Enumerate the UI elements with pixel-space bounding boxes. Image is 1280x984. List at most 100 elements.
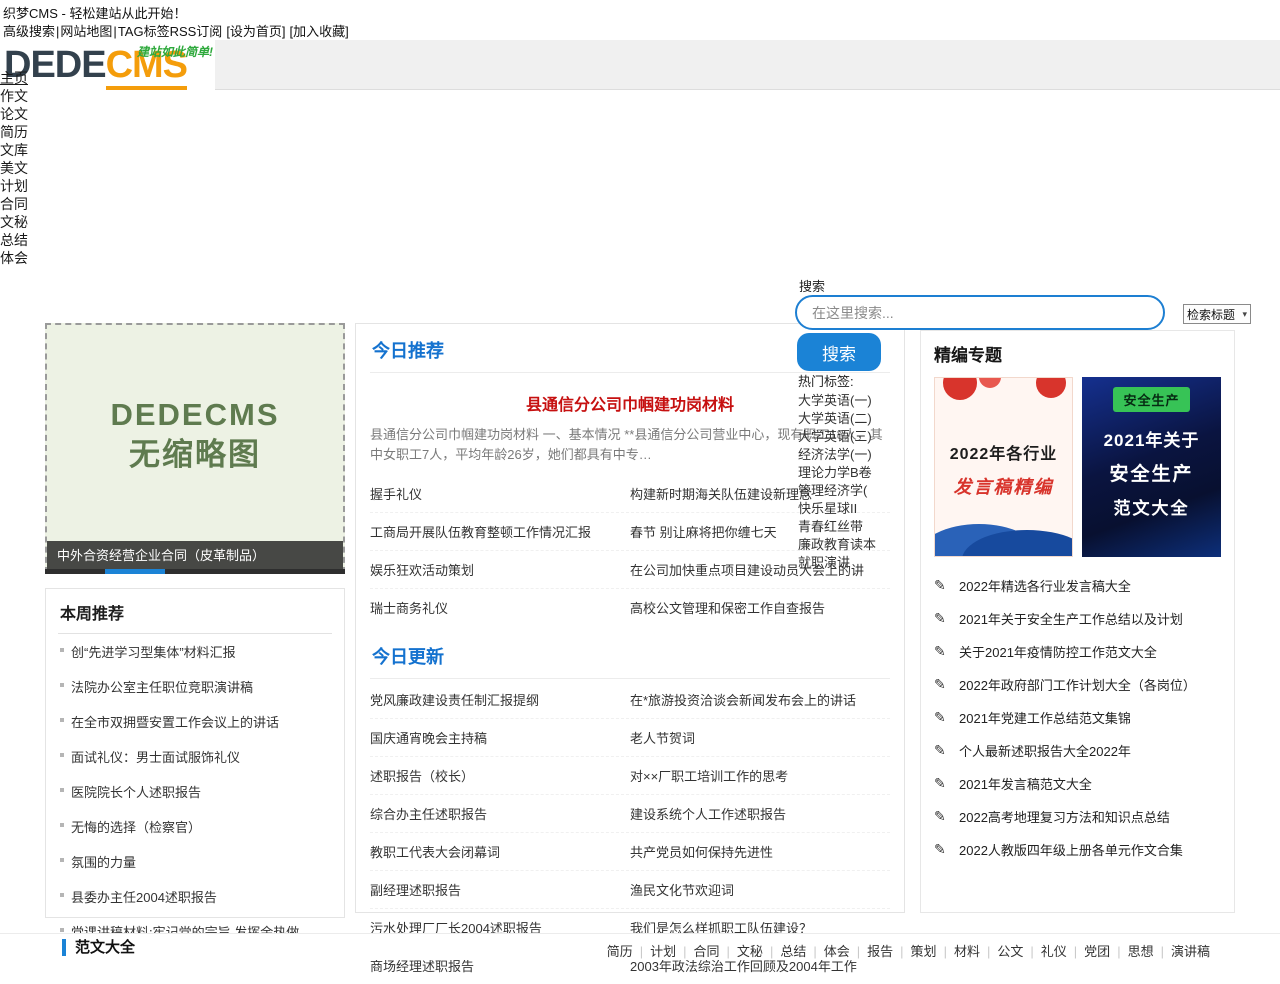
article-link[interactable]: 副经理述职报告 (370, 871, 630, 908)
footer-link[interactable]: 计划 (650, 944, 676, 959)
article-link[interactable]: 在全市双拥暨安置工作会议上的讲话 (58, 704, 332, 739)
footer-link[interactable]: 思想 (1128, 944, 1154, 959)
footer-link[interactable]: 合同 (694, 944, 720, 959)
vnav-item-meiwen[interactable]: 美文 (0, 158, 28, 176)
article-link[interactable]: 党风廉政建设责任制汇报提纲 (370, 681, 630, 718)
vnav-item-lunwen[interactable]: 论文 (0, 104, 28, 122)
special-topics-list: ✎2022年精选各行业发言稿大全 ✎2021年关于安全生产工作总结以及计划 ✎关… (934, 569, 1221, 866)
vnav-item-jihua[interactable]: 计划 (0, 176, 28, 194)
vnav-item-hetong[interactable]: 合同 (0, 194, 28, 212)
hot-tag[interactable]: 青春红丝带 (798, 516, 876, 534)
top-link-advanced-search[interactable]: 高级搜索 (3, 24, 55, 39)
footer-separator: | (813, 944, 816, 959)
search-input[interactable] (795, 295, 1165, 330)
article-link[interactable]: 共产党员如何保持先进性 (630, 833, 890, 870)
chevron-down-icon: ▾ (1242, 309, 1247, 320)
article-row: 国庆通宵晚会主持稿 老人节贺词 (370, 719, 890, 757)
hot-tag[interactable]: 快乐星球II (798, 498, 876, 516)
special-topic-link[interactable]: ✎2022人教版四年级上册各单元作文合集 (934, 833, 1221, 866)
top-link-favorite[interactable]: [加入收藏] (290, 24, 349, 39)
top-link-rss[interactable]: RSS订阅 (170, 24, 223, 39)
footer-link[interactable]: 党团 (1084, 944, 1110, 959)
special-topic-link[interactable]: ✎2022年政府部门工作计划大全（各岗位） (934, 668, 1221, 701)
special-topics-banners: 2022年各行业 发言稿精编 安全生产 2021年关于 安全生产 范文大全 (934, 377, 1221, 557)
footer-link[interactable]: 总结 (780, 944, 806, 959)
top-link-sitemap[interactable]: 网站地图 (60, 24, 112, 39)
article-link[interactable]: 对××厂职工培训工作的思考 (630, 757, 890, 794)
special-topic-link[interactable]: ✎关于2021年疫情防控工作范文大全 (934, 635, 1221, 668)
site-logo[interactable]: DEDECMS 建站如此简单! (0, 40, 215, 90)
vnav-item-tihui[interactable]: 体会 (0, 248, 28, 266)
article-link[interactable]: 医院院长个人述职报告 (58, 774, 332, 809)
hot-tag[interactable]: 大学英语(一) (798, 390, 876, 408)
slider-pagination[interactable] (45, 569, 345, 574)
hot-tag[interactable]: 管理经济学( (798, 480, 876, 498)
hot-tag[interactable]: 就职演讲 (798, 552, 876, 570)
hot-tag[interactable]: 经济法学(一) (798, 444, 876, 462)
edit-icon: ✎ (934, 742, 950, 759)
article-link[interactable]: 瑞士商务礼仪 (370, 589, 630, 626)
article-link[interactable]: 氛围的力量 (58, 844, 332, 879)
article-link[interactable]: 述职报告（校长） (370, 757, 630, 794)
footer-link[interactable]: 礼仪 (1041, 944, 1067, 959)
special-topic-link[interactable]: ✎2022高考地理复习方法和知识点总结 (934, 800, 1221, 833)
special-topic-link[interactable]: ✎2021年关于安全生产工作总结以及计划 (934, 602, 1221, 635)
article-link[interactable]: 老人节贺词 (630, 719, 890, 756)
footer-link[interactable]: 演讲稿 (1171, 944, 1210, 959)
placeholder-line1: DEDECMS (47, 395, 343, 435)
top-link-set-home[interactable]: [设为首页] (226, 24, 285, 39)
article-link[interactable]: 无悔的选择（检察官） (58, 809, 332, 844)
hot-tags-title: 热门标签: (798, 371, 854, 390)
vnav-item-wenmi[interactable]: 文秘 (0, 212, 28, 230)
vnav-item-wenku[interactable]: 文库 (0, 140, 28, 158)
footer-link[interactable]: 公文 (997, 944, 1023, 959)
article-link[interactable]: 县委办主任2004述职报告 (58, 879, 332, 914)
article-link[interactable]: 高校公文管理和保密工作自查报告 (630, 589, 890, 626)
special-topic-link[interactable]: ✎2022年精选各行业发言稿大全 (934, 569, 1221, 602)
footer-link[interactable]: 简历 (607, 944, 633, 959)
special-topic-link[interactable]: ✎2021年发言稿范文大全 (934, 767, 1221, 800)
article-link[interactable]: 在*旅游投资洽谈会新闻发布会上的讲话 (630, 681, 890, 718)
article-link[interactable]: 建设系统个人工作述职报告 (630, 795, 890, 832)
article-link[interactable]: 工商局开展队伍教育整顿工作情况汇报 (370, 513, 630, 550)
weekly-recommend-panel: 本周推荐 创“先进学习型集体”材料汇报 法院办公室主任职位竞职演讲稿 在全市双拥… (45, 588, 345, 918)
article-link[interactable]: 创“先进学习型集体”材料汇报 (58, 634, 332, 669)
logo-slogan: 建站如此简单! (137, 43, 213, 60)
vnav-item-home[interactable]: 主页 (0, 68, 28, 86)
article-link[interactable]: 教职工代表大会闭幕词 (370, 833, 630, 870)
vnav-item-zongjie[interactable]: 总结 (0, 230, 28, 248)
special-topic-link[interactable]: ✎个人最新述职报告大全2022年 (934, 734, 1221, 767)
footer-link[interactable]: 体会 (824, 944, 850, 959)
top-link-tags[interactable]: TAG标签 (118, 24, 170, 39)
footer-section-title: 范文大全 (62, 939, 135, 956)
article-link[interactable]: 渔民文化节欢迎词 (630, 871, 890, 908)
hot-tag[interactable]: 大学英语(二) (798, 408, 876, 426)
slider-caption[interactable]: 中外合资经营企业合同（皮革制品） (47, 541, 343, 571)
footer-link[interactable]: 材料 (954, 944, 980, 959)
promo-banner-safety[interactable]: 安全生产 2021年关于 安全生产 范文大全 (1082, 377, 1221, 557)
article-link[interactable]: 面试礼仪：男士面试服饰礼仪 (58, 739, 332, 774)
article-link[interactable]: 综合办主任述职报告 (370, 795, 630, 832)
edit-icon: ✎ (934, 775, 950, 792)
article-link[interactable]: 娱乐狂欢活动策划 (370, 551, 630, 588)
footer-link[interactable]: 文秘 (737, 944, 763, 959)
promo-banner-speeches[interactable]: 2022年各行业 发言稿精编 (934, 377, 1073, 557)
hot-tag[interactable]: 廉政教育读本 (798, 534, 876, 552)
footer-separator: | (1161, 944, 1164, 959)
featured-slider[interactable]: DEDECMS 无缩略图 中外合资经营企业合同（皮革制品） (45, 323, 345, 573)
article-link[interactable]: 法院办公室主任职位竞职演讲稿 (58, 669, 332, 704)
hot-tag[interactable]: 大学英语(三) (798, 426, 876, 444)
search-scope-select[interactable]: 检索标题 ▾ (1183, 304, 1251, 324)
article-link[interactable]: 国庆通宵晚会主持稿 (370, 719, 630, 756)
special-topic-link[interactable]: ✎2021年党建工作总结范文集锦 (934, 701, 1221, 734)
footer-link[interactable]: 报告 (867, 944, 893, 959)
footer-link[interactable]: 策划 (911, 944, 937, 959)
article-row: 党风廉政建设责任制汇报提纲 在*旅游投资洽谈会新闻发布会上的讲话 (370, 681, 890, 719)
search-button[interactable]: 搜索 (797, 333, 881, 371)
vnav-item-jianli[interactable]: 简历 (0, 122, 28, 140)
footer-nav-bar: 范文大全 简历|计划|合同|文秘|总结|体会|报告|策划|材料|公文|礼仪|党团… (0, 933, 1280, 960)
hot-tag[interactable]: 理论力学B卷 (798, 462, 876, 480)
promo1-line1: 2022年各行业 (935, 440, 1072, 464)
article-link[interactable]: 握手礼仪 (370, 475, 630, 512)
vnav-item-zuowen[interactable]: 作文 (0, 86, 28, 104)
